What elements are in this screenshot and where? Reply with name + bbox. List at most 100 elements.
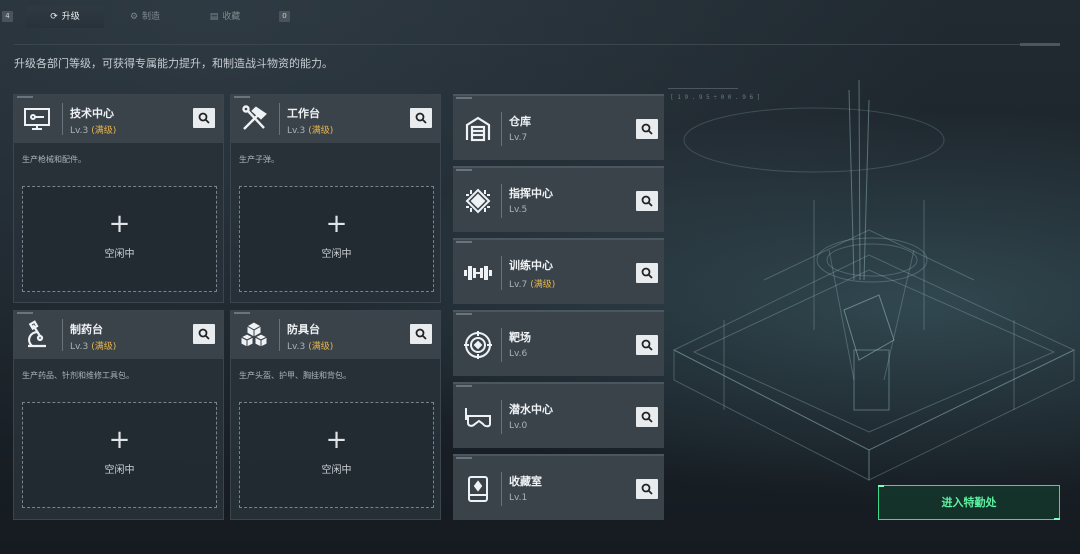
building-description: 生产头盔、护甲、胸挂和背包。 — [239, 371, 351, 380]
base-scene-illustration — [672, 80, 1076, 481]
inspect-button[interactable] — [636, 407, 658, 427]
production-card-armor-bench: 防具台 Lv.3 (满级) 生产头盔、护甲、胸挂和背包。 + 空闲中 — [230, 310, 441, 520]
building-name: 收藏室 — [509, 475, 542, 488]
header-divider-accent — [1020, 43, 1060, 46]
building-name: 靶场 — [509, 331, 531, 344]
building-name: 工作台 — [287, 107, 320, 120]
plus-icon: + — [325, 425, 348, 455]
slot-status: 空闲中 — [104, 249, 135, 260]
building-level: Lv.3 (满级) — [70, 342, 117, 352]
production-card-workbench: 工作台 Lv.3 (满级) 生产子弹。 + 空闲中 — [230, 94, 441, 303]
tab-craft[interactable]: ⚙ 制造 — [106, 6, 184, 28]
microscope-icon — [28, 320, 46, 348]
chip-icon — [465, 188, 491, 214]
max-level-tag: (满级) — [308, 126, 334, 136]
header-divider — [14, 44, 1060, 45]
building-name: 指挥中心 — [509, 187, 553, 200]
max-level-tag: (满级) — [308, 342, 334, 352]
slot-status: 空闲中 — [321, 249, 352, 260]
page-subtitle: 升级各部门等级，可获得专属能力提升，和制造战斗物资的能力。 — [14, 57, 333, 70]
building-description: 生产药品、针剂和维修工具包。 — [22, 371, 134, 380]
search-icon — [415, 112, 427, 124]
search-icon — [198, 112, 210, 124]
facility-warehouse[interactable]: 仓库 Lv.7 — [453, 94, 664, 160]
building-name: 技术中心 — [70, 107, 114, 120]
inspect-button[interactable] — [410, 324, 432, 344]
building-level: Lv.3 (满级) — [287, 342, 334, 352]
diving-mask-icon — [465, 408, 491, 428]
facility-command-center[interactable]: 指挥中心 Lv.5 — [453, 166, 664, 232]
slot-status: 空闲中 — [321, 465, 352, 476]
building-level: Lv.0 — [509, 421, 528, 431]
display-case-icon — [468, 476, 488, 502]
card-header: 技术中心 Lv.3 (满级) — [14, 95, 223, 143]
card-header: 工作台 Lv.3 (满级) — [231, 95, 440, 143]
building-level: Lv.7 — [509, 133, 528, 143]
production-slot[interactable]: + 空闲中 — [239, 402, 434, 508]
boxes-icon — [239, 321, 269, 348]
search-icon — [641, 411, 653, 423]
building-description: 生产子弹。 — [239, 155, 279, 164]
facility-collection-room[interactable]: 收藏室 Lv.1 — [453, 454, 664, 520]
upgrade-icon: ⟳ — [50, 12, 58, 22]
max-level-tag: (满级) — [530, 280, 556, 290]
search-icon — [415, 328, 427, 340]
building-description: 生产枪械和配件。 — [22, 155, 86, 164]
tab-upgrade[interactable]: ⟳ 升级 — [26, 6, 104, 28]
production-slot[interactable]: + 空闲中 — [239, 186, 434, 292]
building-name: 训练中心 — [509, 259, 553, 272]
building-level: Lv.6 — [509, 349, 528, 359]
search-icon — [641, 195, 653, 207]
tools-icon — [242, 105, 267, 130]
warehouse-icon — [465, 116, 491, 142]
card-header: 制药台 Lv.3 (满级) — [14, 311, 223, 359]
target-icon — [464, 331, 492, 359]
card-header: 防具台 Lv.3 (满级) — [231, 311, 440, 359]
building-level: Lv.7 (满级) — [509, 280, 556, 290]
inspect-button[interactable] — [636, 479, 658, 499]
plus-icon: + — [108, 209, 131, 239]
building-name: 仓库 — [509, 115, 531, 128]
max-level-tag: (满级) — [91, 126, 117, 136]
search-icon — [198, 328, 210, 340]
building-level: Lv.5 — [509, 205, 528, 215]
dumbbell-icon — [464, 266, 492, 280]
production-slot[interactable]: + 空闲中 — [22, 402, 217, 508]
collection-icon: ▤ — [209, 12, 219, 22]
plus-icon: + — [325, 209, 348, 239]
production-card-tech-center: 技术中心 Lv.3 (满级) 生产枪械和配件。 + 空闲中 — [13, 94, 224, 303]
search-icon — [641, 483, 653, 495]
inspect-button[interactable] — [636, 263, 658, 283]
inspect-button[interactable] — [636, 119, 658, 139]
enter-special-ops-button[interactable]: 进入特勤处 — [878, 485, 1060, 520]
building-level: Lv.3 (满级) — [70, 126, 117, 136]
search-icon — [641, 339, 653, 351]
building-level: Lv.3 (满级) — [287, 126, 334, 136]
key-hint-left: 4 — [2, 11, 13, 22]
facility-diving-center[interactable]: 潜水中心 Lv.0 — [453, 382, 664, 448]
inspect-button[interactable] — [193, 108, 215, 128]
max-level-tag: (满级) — [91, 342, 117, 352]
inspect-button[interactable] — [636, 191, 658, 211]
building-name: 制药台 — [70, 323, 103, 336]
inspect-button[interactable] — [636, 335, 658, 355]
top-tab-bar: 4 ⟳ 升级 ⚙ 制造 ▤ 收藏 0 — [0, 0, 1080, 32]
inspect-button[interactable] — [193, 324, 215, 344]
facility-training-center[interactable]: 训练中心 Lv.7 (满级) — [453, 238, 664, 304]
building-name: 潜水中心 — [509, 403, 553, 416]
building-level: Lv.1 — [509, 493, 528, 503]
search-icon — [641, 123, 653, 135]
inspect-button[interactable] — [410, 108, 432, 128]
computer-icon — [24, 108, 50, 130]
production-slot[interactable]: + 空闲中 — [22, 186, 217, 292]
slot-status: 空闲中 — [104, 465, 135, 476]
production-card-pharmacy: 制药台 Lv.3 (满级) 生产药品、针剂和维修工具包。 + 空闲中 — [13, 310, 224, 520]
craft-icon: ⚙ — [129, 12, 139, 22]
plus-icon: + — [108, 425, 131, 455]
hud-coordinate: [ 1 9 . 9 5 ÷ 0 0 . 9 6 ] — [670, 94, 761, 101]
facility-shooting-range[interactable]: 靶场 Lv.6 — [453, 310, 664, 376]
tab-collection[interactable]: ▤ 收藏 — [186, 6, 264, 28]
search-icon — [641, 267, 653, 279]
building-name: 防具台 — [287, 323, 320, 336]
key-hint-right: 0 — [279, 11, 290, 22]
